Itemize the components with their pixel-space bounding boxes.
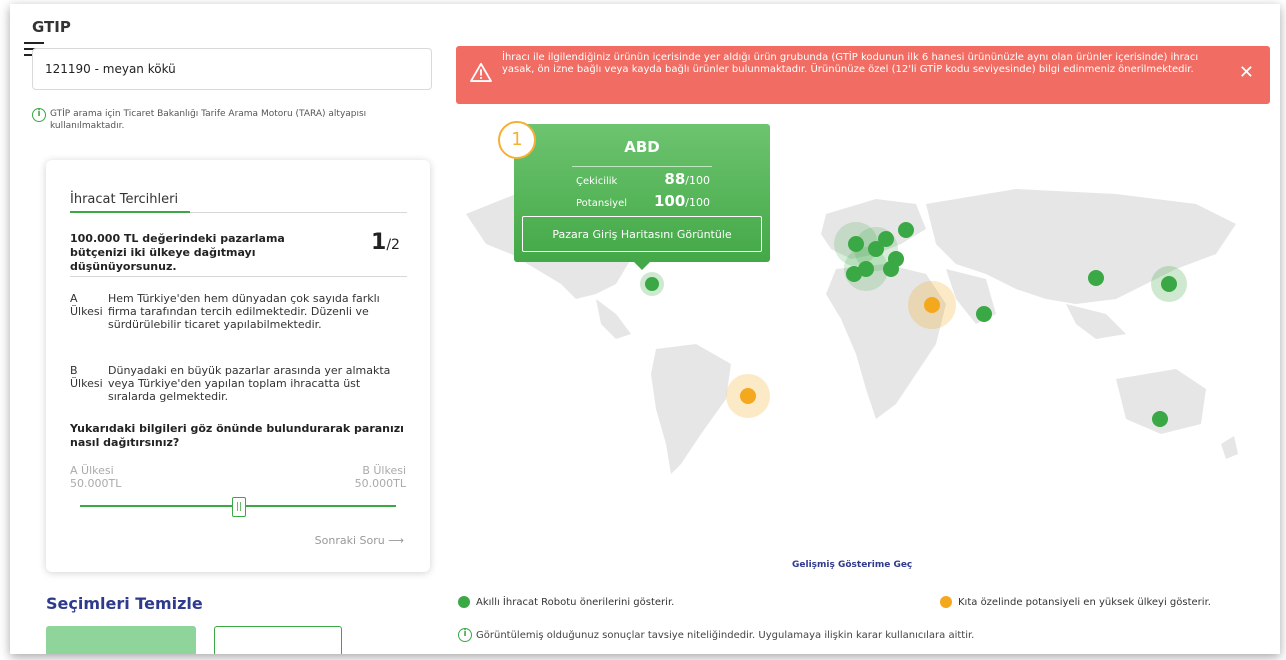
green-dot-icon: [458, 596, 470, 608]
page-title: GTIP: [32, 18, 71, 36]
gtip-search-input[interactable]: [32, 48, 432, 90]
attractiveness-row: Çekicilik 88/100: [576, 170, 710, 188]
tooltip-divider: [572, 166, 712, 167]
potential-label: Potansiyel: [576, 198, 628, 209]
slider-right-country: B Ülkesi: [362, 464, 406, 477]
card-title: İhracat Tercihleri: [70, 192, 179, 207]
distribution-question: Yukarıdaki bilgileri göz önünde bulundur…: [70, 422, 404, 449]
disclaimer: i Görüntülemiş olduğunuz sonuçlar tavsiy…: [458, 628, 974, 642]
alert-text: İhracı ile ilgilendiğiniz ürünün içerisi…: [502, 52, 1199, 75]
next-question-link[interactable]: Sonraki Soru ⟶: [315, 534, 404, 547]
slider-right-label: B Ülkesi 50.000TL: [355, 464, 406, 490]
orange-dot-icon: [940, 596, 952, 608]
market-entry-map-button[interactable]: Pazara Giriş Haritasını Görüntüle: [522, 216, 762, 252]
clear-selections-link[interactable]: Seçimleri Temizle: [46, 594, 203, 613]
legend-green: Akıllı İhracat Robotu önerilerini göster…: [458, 596, 674, 608]
disclaimer-text: Görüntülemiş olduğunuz sonuçlar tavsiye …: [476, 629, 975, 641]
option-b: B Ülkesi Dünyadaki en büyük pazarlar ara…: [70, 364, 410, 403]
question-counter-current: 1: [371, 230, 387, 255]
slider-left-country: A Ülkesi: [70, 464, 114, 477]
legend-orange-text: Kıta özelinde potansiyeli en yüksek ülke…: [958, 596, 1211, 608]
export-preferences-card: İhracat Tercihleri 100.000 TL değerindek…: [46, 160, 430, 572]
primary-button[interactable]: [46, 626, 196, 654]
app-frame: GTIP i GTİP arama için Ticaret Bakanlığı…: [10, 4, 1280, 654]
rank-badge: 1: [498, 121, 536, 159]
slider-left-amount: 50.000TL: [70, 477, 122, 490]
close-icon[interactable]: ✕: [1239, 62, 1254, 84]
card-title-underline: [70, 211, 407, 213]
tara-info-note: i GTİP arama için Ticaret Bakanlığı Tari…: [32, 108, 432, 132]
legend-green-text: Akıllı İhracat Robotu önerilerini göster…: [476, 596, 675, 608]
potential-row: Potansiyel 100/100: [576, 192, 710, 210]
budget-question-text: 100.000 TL değerindeki pazarlama bütçeni…: [70, 232, 285, 273]
info-icon: i: [32, 108, 46, 122]
tara-info-text: GTİP arama için Ticaret Bakanlığı Tarife…: [50, 109, 367, 131]
warning-icon: [470, 62, 492, 82]
option-a: A Ülkesi Hem Türkiye'den hem dünyadan ço…: [70, 292, 410, 331]
secondary-button[interactable]: [214, 626, 342, 654]
export-restriction-alert: İhracı ile ilgilendiğiniz ürünün içerisi…: [456, 46, 1270, 104]
potential-value: 100: [653, 192, 686, 210]
potential-max: /100: [685, 196, 710, 209]
option-b-label: B Ülkesi: [70, 364, 103, 390]
question-counter: 1/2: [371, 230, 400, 255]
attractiveness-label: Çekicilik: [576, 176, 618, 187]
slider-left-label: A Ülkesi 50.000TL: [70, 464, 121, 490]
legend-orange: Kıta özelinde potansiyeli en yüksek ülke…: [940, 596, 1211, 608]
option-a-text: Hem Türkiye'den hem dünyadan çok sayıda …: [108, 292, 380, 331]
advanced-view-link[interactable]: Gelişmiş Gösterime Geç: [792, 560, 912, 570]
question-counter-total: /2: [386, 237, 400, 253]
slider-right-amount: 50.000TL: [354, 477, 406, 490]
option-b-text: Dünyadaki en büyük pazarlar arasında yer…: [108, 364, 391, 403]
info-icon: i: [458, 628, 472, 642]
tooltip-country: ABD: [624, 138, 660, 156]
attractiveness-max: /100: [685, 174, 710, 187]
option-a-label: A Ülkesi: [70, 292, 103, 318]
attractiveness-value: 88: [664, 170, 686, 188]
budget-slider-handle[interactable]: ||: [232, 497, 246, 517]
divider: [70, 276, 407, 277]
country-tooltip: ABD Çekicilik 88/100 Potansiyel 100/100 …: [514, 124, 770, 270]
